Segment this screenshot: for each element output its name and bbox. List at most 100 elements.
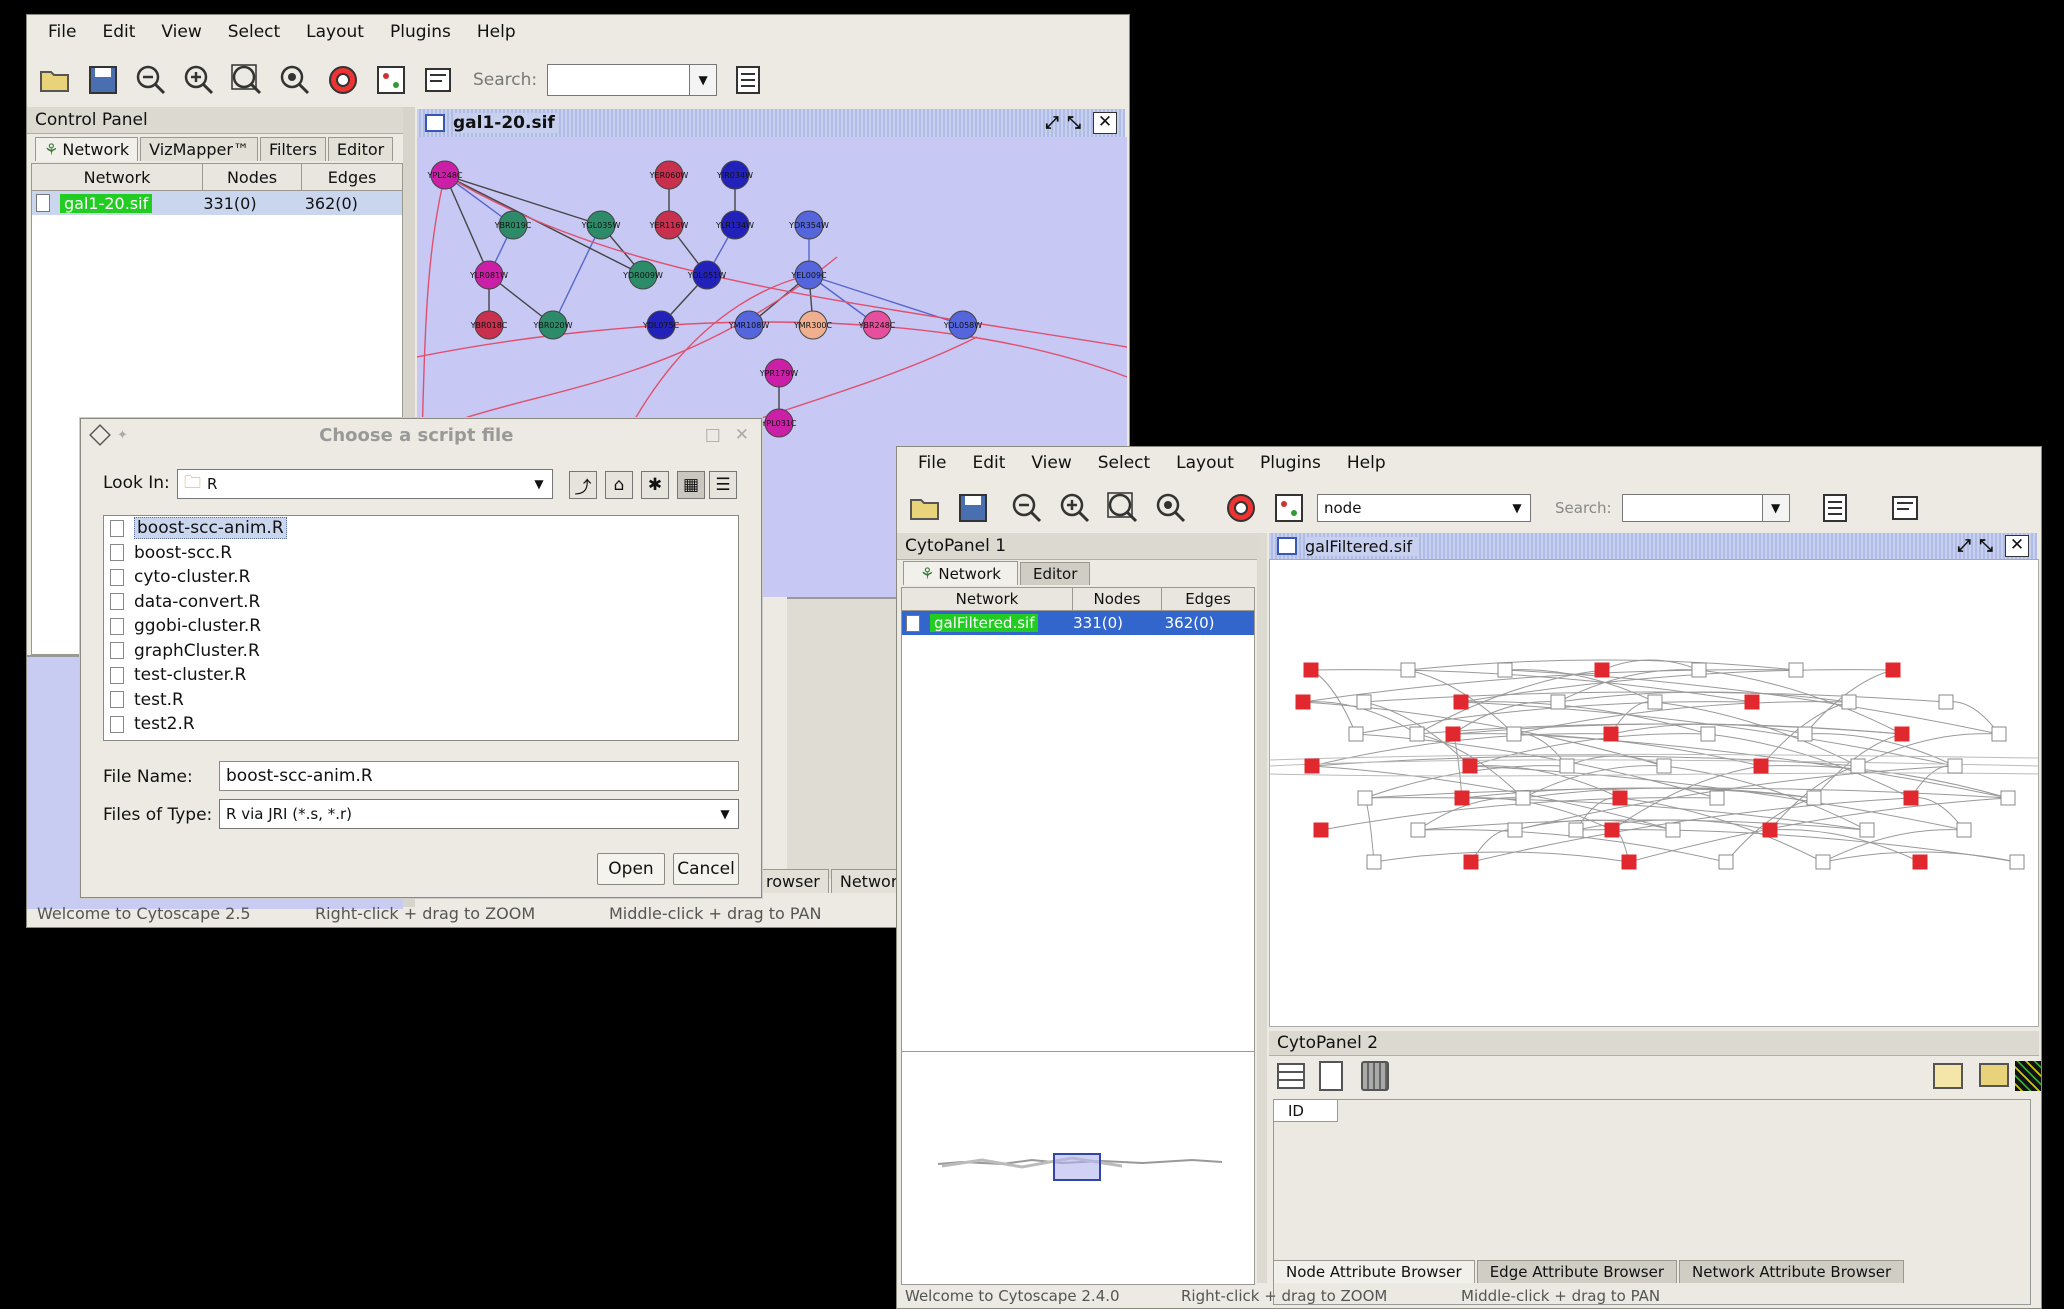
network-node[interactable] (1744, 694, 1760, 710)
network-node[interactable] (1912, 854, 1928, 870)
network-node[interactable] (1956, 822, 1972, 838)
network-node[interactable] (1700, 726, 1716, 742)
tab-editor[interactable]: Editor (327, 137, 394, 161)
home-icon[interactable]: ⌂ (605, 471, 633, 499)
network-node[interactable] (1850, 758, 1866, 774)
network-node[interactable] (1454, 790, 1470, 806)
network-node[interactable] (1894, 726, 1910, 742)
network-node[interactable] (1885, 662, 1901, 678)
list-item[interactable]: boost-scc-anim.R (104, 516, 738, 541)
network-node[interactable]: YPR179W (759, 358, 799, 388)
files-of-type-combo[interactable]: R via JRI (*.s, *.r) ▼ (219, 799, 739, 829)
zoom-fit-icon[interactable] (227, 60, 267, 100)
network-node[interactable]: YER116W (649, 210, 689, 240)
network-node[interactable] (1603, 726, 1619, 742)
network-node[interactable] (1550, 694, 1566, 710)
network-node[interactable] (1295, 694, 1311, 710)
network-node[interactable] (1594, 662, 1610, 678)
chevron-down-icon[interactable]: ▼ (1761, 495, 1789, 521)
menu-plugins[interactable]: Plugins (1249, 453, 1332, 473)
close-icon[interactable]: ✕ (2005, 535, 2029, 557)
network-node[interactable] (1938, 694, 1954, 710)
save-icon[interactable] (83, 60, 123, 100)
network-node[interactable] (1947, 758, 1963, 774)
network-node[interactable]: YMR300C (793, 310, 833, 340)
table-row[interactable]: gal1-20.sif 331(0) 362(0) (32, 191, 402, 215)
dialog-close-icon[interactable]: ✕ (735, 425, 749, 445)
attribute-config-icon[interactable] (1816, 488, 1856, 528)
list-item[interactable]: graphCluster.R (104, 639, 738, 664)
network-node[interactable] (1718, 854, 1734, 870)
save-icon[interactable] (953, 488, 993, 528)
network-node[interactable] (1806, 790, 1822, 806)
network-node[interactable]: YBR020W (532, 310, 573, 340)
network-node[interactable] (1409, 726, 1425, 742)
network-node[interactable] (1647, 694, 1663, 710)
list-item[interactable]: data-convert.R (104, 590, 738, 615)
network-node[interactable]: YDL075C (642, 310, 680, 340)
network-node[interactable]: YLR134W (715, 210, 754, 240)
network-node[interactable] (1507, 822, 1523, 838)
network-node[interactable]: YBR018C (470, 310, 508, 340)
network-node[interactable] (1366, 854, 1382, 870)
network-node[interactable]: YMR108W (728, 310, 770, 340)
search-combo[interactable]: ▼ (1621, 494, 1790, 522)
dialog-maximize-icon[interactable]: □ (705, 425, 721, 445)
tab-filters[interactable]: Filters (259, 137, 326, 161)
tab-network-attribute-browser[interactable]: Network Attribute Browser (1679, 1260, 1905, 1283)
open-folder-icon[interactable] (905, 488, 945, 528)
close-icon[interactable]: ✕ (1093, 112, 1117, 134)
search-combo[interactable]: ▼ (547, 64, 718, 96)
open-folder-icon[interactable] (35, 60, 75, 100)
col-id[interactable]: ID (1274, 1100, 1338, 1122)
network-node[interactable] (1709, 790, 1725, 806)
tab-attribute-browser-partial[interactable]: rowser (757, 869, 829, 893)
network-node[interactable] (1815, 854, 1831, 870)
cancel-button[interactable]: Cancel (673, 853, 739, 885)
zoom-out-icon[interactable] (131, 60, 171, 100)
network-node[interactable] (1348, 726, 1364, 742)
col-nodes[interactable]: Nodes (203, 164, 302, 190)
network-node[interactable] (1753, 758, 1769, 774)
minimize-icon[interactable]: ⤢ (1953, 536, 1975, 556)
network-node[interactable]: YPL031C (760, 408, 797, 438)
network-node[interactable] (2009, 854, 2025, 870)
col-network[interactable]: Network (32, 164, 203, 190)
chevron-down-icon[interactable]: ▼ (526, 470, 552, 498)
help-lifebuoy-icon[interactable] (323, 60, 363, 100)
up-folder-icon[interactable]: ⤴ (569, 471, 597, 499)
heatmap-icon[interactable] (2015, 1061, 2041, 1091)
list-item[interactable]: ggobi-cluster.R (104, 614, 738, 639)
zoom-in-icon[interactable] (179, 60, 219, 100)
col-edges[interactable]: Edges (302, 164, 402, 190)
pin-icon[interactable]: ✦ (117, 428, 128, 443)
network-node[interactable] (1665, 822, 1681, 838)
chevron-down-icon[interactable]: ▼ (712, 800, 738, 828)
network-node[interactable] (1691, 662, 1707, 678)
network-node[interactable] (1568, 822, 1584, 838)
tab-editor[interactable]: Editor (1019, 562, 1091, 585)
menu-layout[interactable]: Layout (1165, 453, 1245, 473)
network-node[interactable]: YDR009W (622, 260, 663, 290)
network-node[interactable] (1357, 790, 1373, 806)
tab-edge-attribute-browser[interactable]: Edge Attribute Browser (1476, 1260, 1678, 1283)
zoom-out-icon[interactable] (1007, 488, 1047, 528)
zoom-fit-icon[interactable] (1103, 488, 1143, 528)
network-node[interactable]: YER060W (649, 160, 689, 190)
list-item[interactable]: test-cluster.R (104, 663, 738, 688)
import-table-icon[interactable] (1933, 1063, 1963, 1089)
menu-layout[interactable]: Layout (295, 22, 375, 42)
new-attribute-icon[interactable] (1319, 1061, 1343, 1091)
menu-help[interactable]: Help (466, 22, 527, 42)
network-node[interactable] (1445, 726, 1461, 742)
menu-view[interactable]: View (1020, 453, 1082, 473)
network-node[interactable] (1453, 694, 1469, 710)
network-node[interactable] (1841, 694, 1857, 710)
chevron-down-icon[interactable]: ▼ (1504, 495, 1530, 521)
network-node[interactable] (1788, 662, 1804, 678)
menu-select[interactable]: Select (217, 22, 291, 42)
network-node[interactable]: YDR354W (788, 210, 829, 240)
network-node[interactable]: YGL035W (581, 210, 621, 240)
maximize-icon[interactable]: ⤡ (1063, 113, 1085, 133)
network-node[interactable] (1497, 662, 1513, 678)
